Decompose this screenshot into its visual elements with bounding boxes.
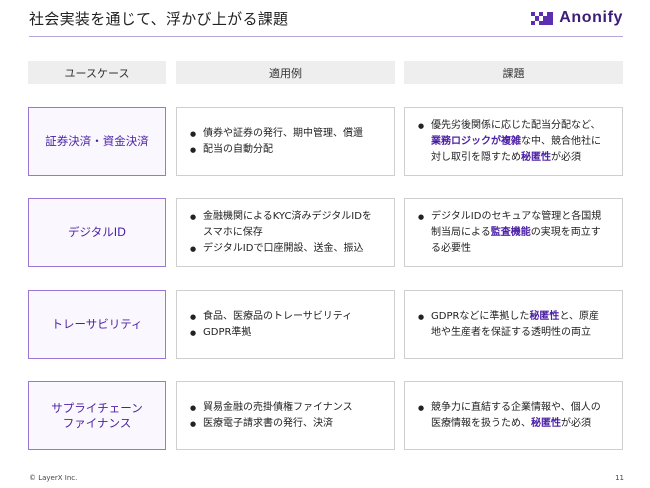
column-header-issues: 課題: [404, 61, 623, 84]
bullet-item: 貿易金融の売掛債権ファイナンス: [190, 400, 353, 416]
bullet-list: 金融機関によるKYC済みデジタルIDをスマホに保存デジタルIDで口座開設、送金、…: [190, 209, 381, 257]
bullet-item: デジタルIDのセキュアな管理と各国規制当局による監査機能の実現を両立する必要性: [418, 209, 609, 257]
title-divider: [29, 36, 623, 37]
bullet-item: 競争力に直結する企業情報や、個人の医療情報を扱うため、秘匿性が必須: [418, 400, 609, 432]
bullet-text: 配当の自動分配: [203, 143, 273, 155]
highlighted-text: 業務ロジックが複雑: [431, 135, 521, 147]
bullet-text: GDPRなどに準拠した: [431, 310, 530, 322]
bullet-text: 食品、医療品のトレーサビリティ: [203, 310, 353, 322]
column-header-usecase: ユースケース: [28, 61, 166, 84]
issue-cell: 競争力に直結する企業情報や、個人の医療情報を扱うため、秘匿性が必須: [404, 381, 623, 450]
bullet-item: 食品、医療品のトレーサビリティ: [190, 309, 352, 325]
issue-cell: デジタルIDのセキュアな管理と各国規制当局による監査機能の実現を両立する必要性: [404, 198, 623, 267]
row-label: 証券決済・資金決済: [28, 107, 166, 176]
column-header-examples: 適用例: [176, 61, 395, 84]
highlighted-text: 秘匿性: [521, 151, 551, 163]
bullet-item: 医療電子請求書の発行、決済: [190, 416, 353, 432]
brand-logo: Anonify: [531, 9, 623, 27]
bullet-text: 債券や証券の発行、期中管理、償還: [203, 127, 363, 139]
bullet-text: が必須: [551, 151, 581, 163]
bullet-list: 優先劣後関係に応じた配当分配など、業務ロジックが複雑な中、競合他社に対し取引を隠…: [418, 118, 609, 166]
bullet-list: 食品、医療品のトレーサビリティ GDPR準拠: [190, 309, 352, 341]
bullet-list: 債券や証券の発行、期中管理、償還配当の自動分配: [190, 126, 363, 158]
bullet-text: 金融機関によるKYC済みデジタルIDをスマホに保存: [203, 210, 372, 238]
highlighted-text: 秘匿性: [531, 417, 561, 429]
bullet-text: が必須: [561, 417, 591, 429]
bullet-text: デジタルIDで口座開設、送金、振込: [203, 242, 364, 254]
issue-cell: GDPRなどに準拠した秘匿性と、原産地や生産者を保証する透明性の両立: [404, 290, 623, 359]
bullet-list: GDPRなどに準拠した秘匿性と、原産地や生産者を保証する透明性の両立: [418, 309, 609, 341]
example-cell: 食品、医療品のトレーサビリティ GDPR準拠: [176, 290, 395, 359]
highlighted-text: 秘匿性: [529, 310, 560, 322]
example-cell: 金融機関によるKYC済みデジタルIDをスマホに保存デジタルIDで口座開設、送金、…: [176, 198, 395, 267]
bullet-list: デジタルIDのセキュアな管理と各国規制当局による監査機能の実現を両立する必要性: [418, 209, 609, 257]
logo-text: Anonify: [559, 9, 623, 26]
issue-cell: 優先劣後関係に応じた配当分配など、業務ロジックが複雑な中、競合他社に対し取引を隠…: [404, 107, 623, 176]
footer-copyright: © LayerX Inc.: [29, 474, 78, 482]
bullet-item: 金融機関によるKYC済みデジタルIDをスマホに保存: [190, 209, 381, 241]
row-label: デジタルID: [28, 198, 166, 267]
bullet-item: デジタルIDで口座開設、送金、振込: [190, 241, 381, 257]
bullet-item: 債券や証券の発行、期中管理、償還: [190, 126, 363, 142]
bullet-item: GDPR準拠: [190, 325, 352, 341]
bullet-list: 貿易金融の売掛債権ファイナンス医療電子請求書の発行、決済: [190, 400, 353, 432]
logo-checker-icon: [531, 11, 554, 25]
example-cell: 債券や証券の発行、期中管理、償還配当の自動分配: [176, 107, 395, 176]
row-label: サプライチェーン ファイナンス: [28, 381, 166, 450]
example-cell: 貿易金融の売掛債権ファイナンス医療電子請求書の発行、決済: [176, 381, 395, 450]
bullet-text: 貿易金融の売掛債権ファイナンス: [203, 401, 353, 413]
bullet-item: 優先劣後関係に応じた配当分配など、業務ロジックが複雑な中、競合他社に対し取引を隠…: [418, 118, 609, 166]
bullet-text: GDPR準拠: [203, 326, 252, 338]
bullet-item: 配当の自動分配: [190, 142, 363, 158]
row-label: トレーサビリティ: [28, 290, 166, 359]
page-number: 11: [615, 474, 624, 482]
slide-title: 社会実装を通じて、浮かび上がる課題: [29, 10, 289, 28]
bullet-text: 医療電子請求書の発行、決済: [203, 417, 333, 429]
highlighted-text: 監査機能: [490, 226, 531, 238]
bullet-list: 競争力に直結する企業情報や、個人の医療情報を扱うため、秘匿性が必須: [418, 400, 609, 432]
bullet-text: 優先劣後関係に応じた配当分配など、: [431, 119, 601, 131]
bullet-item: GDPRなどに準拠した秘匿性と、原産地や生産者を保証する透明性の両立: [418, 309, 609, 341]
